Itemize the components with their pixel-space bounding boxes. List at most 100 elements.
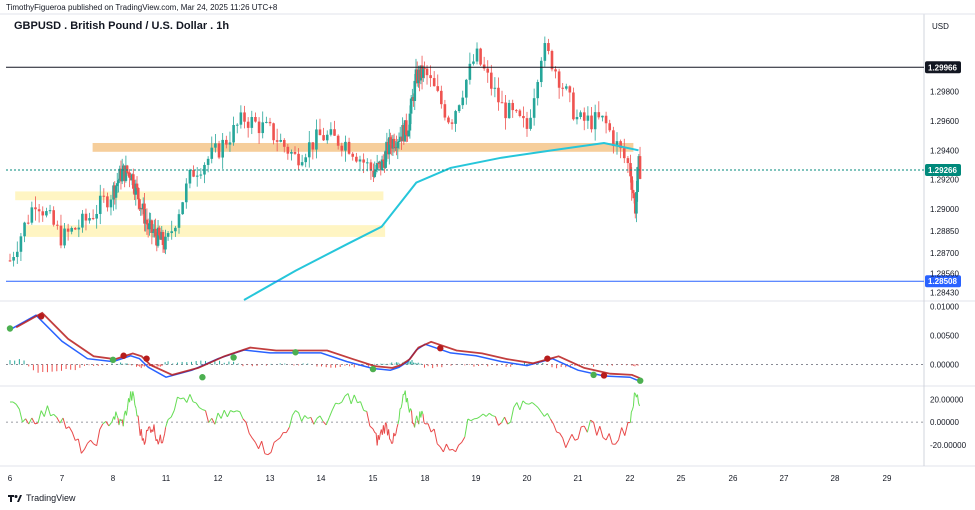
oscillator-segment (325, 417, 330, 426)
oscillator-segment (442, 443, 447, 453)
candle-bullish (300, 162, 304, 166)
oscillator-segment (338, 401, 343, 405)
oscillator-segment (433, 428, 438, 444)
oscillator-segment (455, 444, 460, 452)
oscillator-segment (461, 436, 466, 443)
oscillator-segment (421, 410, 424, 415)
oscillator-segment (217, 412, 222, 419)
tradingview-footer[interactable]: TradingView (8, 493, 76, 503)
oscillator-segment (22, 418, 26, 423)
candle-bearish (525, 118, 529, 129)
oscillator-segment (608, 433, 613, 445)
oscillator-segment (310, 417, 315, 425)
candle-bearish (500, 102, 504, 104)
oscillator-segment (599, 426, 604, 438)
candle-bullish (210, 147, 214, 159)
candle-bearish (568, 86, 572, 93)
candle-bullish (279, 139, 283, 142)
candle-bearish (136, 187, 140, 200)
oscillator-segment (363, 409, 367, 412)
candle-bullish (95, 213, 98, 219)
oscillator-segment (12, 401, 17, 405)
ema-line (243, 141, 639, 301)
candle-bullish (265, 121, 268, 123)
candle-bearish (486, 68, 490, 73)
oscillator-segment (516, 402, 521, 410)
x-tick-label: 22 (626, 474, 635, 483)
x-tick-label: 11 (162, 474, 171, 483)
candle-bearish (56, 224, 59, 226)
oscillator-segment (254, 442, 260, 450)
oscillator-segment (638, 402, 640, 407)
oscillator-segment (180, 397, 184, 400)
oscillator-segment (581, 425, 585, 428)
oscillator-segment (550, 418, 554, 425)
candle-bullish (214, 143, 217, 148)
candle-bullish (239, 112, 243, 125)
oscillator-segment (159, 434, 162, 444)
candle-bullish (325, 134, 329, 141)
candle-bearish (311, 142, 315, 150)
candle-bearish (34, 207, 37, 210)
candle-bearish (497, 87, 500, 103)
candle-bullish (586, 115, 590, 121)
oscillator-segment (285, 427, 290, 433)
y-tick-label: 1.29200 (930, 176, 959, 185)
oscillator-segment (18, 409, 23, 423)
candle-bullish (461, 97, 465, 106)
oscillator-segment (226, 410, 231, 418)
candle-bearish (217, 143, 221, 158)
cross-signal-dot (369, 365, 377, 373)
oscillator-segment (331, 402, 337, 410)
candle-bullish (290, 152, 293, 154)
chart-canvas[interactable]: 1.299661.292661.28508 1.298001.296001.29… (0, 0, 975, 510)
candle-bullish (413, 80, 417, 101)
candle-bullish (228, 142, 232, 145)
candle-bullish (232, 124, 235, 143)
oscillator-segment (145, 430, 148, 442)
oscillator-segment (401, 394, 404, 404)
oscillator-segment (353, 394, 358, 403)
candle-bearish (106, 196, 109, 208)
oscillator-segment (347, 393, 352, 405)
candle-bullish (358, 159, 362, 162)
oscillator-segment (111, 416, 115, 422)
oscillator-segment (245, 422, 250, 434)
oscillator-segment (118, 418, 121, 426)
oscillator-segment (470, 418, 475, 422)
candle-bearish (102, 195, 106, 197)
price-level-tag-text: 1.29966 (928, 63, 957, 72)
candle-bearish (608, 123, 612, 131)
oscillator-segment (410, 410, 414, 424)
candle-bullish (465, 79, 468, 98)
oscillator-segment (449, 448, 453, 451)
candle-bearish (52, 210, 55, 225)
oscillator-segment (400, 403, 403, 409)
oscillator-segment (501, 416, 505, 423)
oscillator-segment (96, 429, 101, 446)
candle-bullish (636, 167, 639, 193)
candle-bullish (261, 122, 265, 134)
x-tick-label: 20 (523, 474, 532, 483)
candle-bullish (170, 231, 174, 234)
candle-bearish (522, 115, 525, 119)
x-tick-label: 29 (883, 474, 892, 483)
candle-bullish (45, 211, 48, 216)
candle-bullish (235, 124, 239, 126)
candle-bullish (539, 60, 543, 83)
x-tick-label: 19 (472, 474, 481, 483)
oscillator-segment (173, 396, 178, 411)
oscillator-segment (488, 412, 493, 416)
oscillator-segment (596, 426, 601, 436)
oscillator-segment (132, 391, 135, 397)
zone-layer (15, 142, 634, 237)
oscillator-segment (71, 431, 76, 441)
candle-bearish (554, 69, 557, 72)
oscillator-segment (344, 393, 349, 397)
oscillator-segment (202, 409, 206, 412)
oscillator-segment (504, 416, 509, 425)
oscillator-segment (220, 409, 225, 419)
candle-bearish (557, 71, 561, 88)
oscillator-segment (335, 402, 339, 405)
candle-bullish (250, 117, 254, 128)
